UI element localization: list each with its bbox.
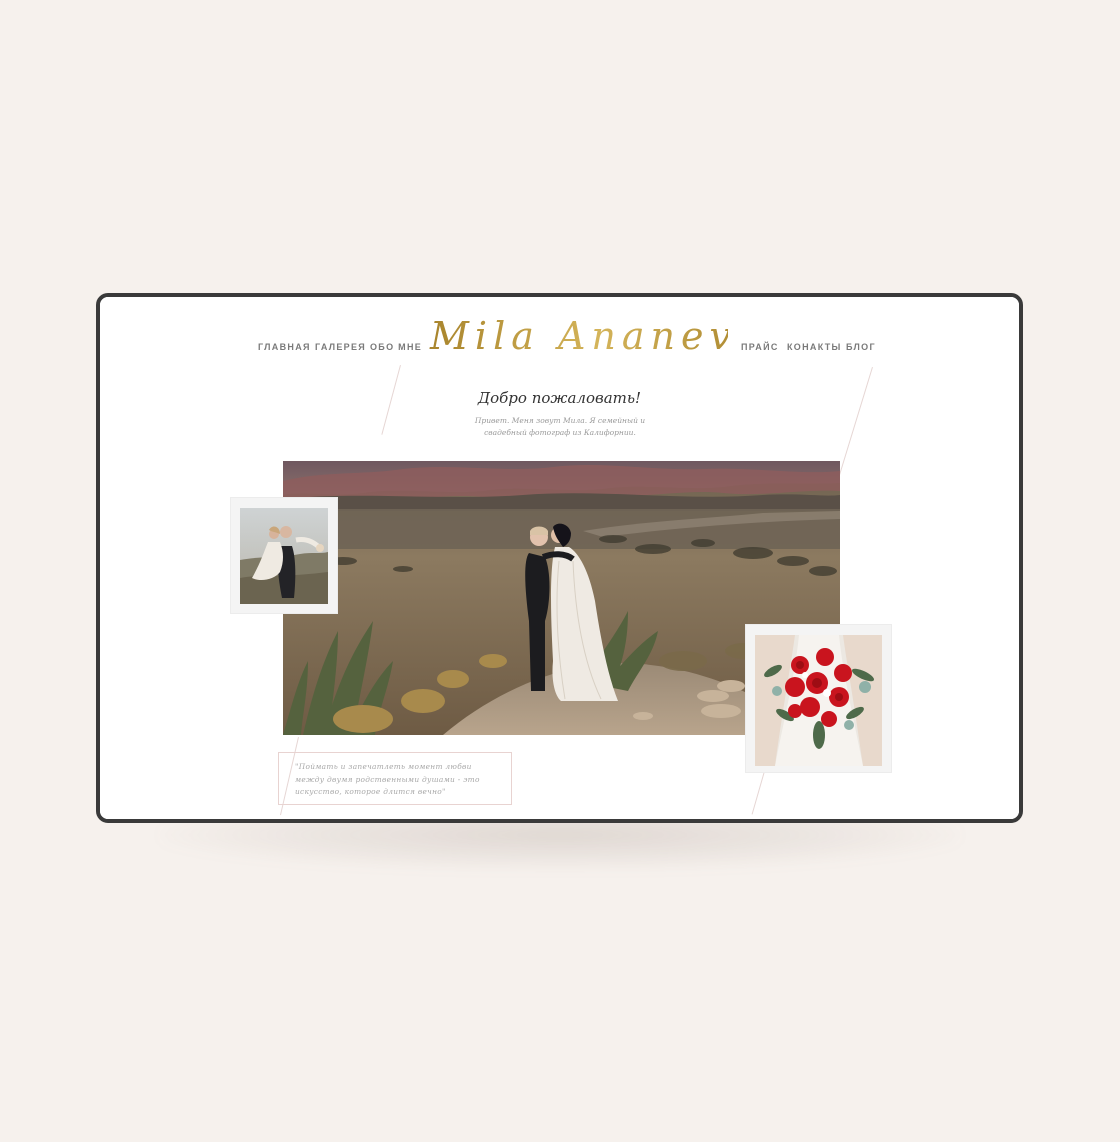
polaroid-right [746, 625, 891, 772]
welcome-title: Добро пожаловать! [477, 389, 642, 407]
polaroid-left [231, 498, 337, 613]
nav-item-gallery[interactable]: ГАЛЕРЕЯ [315, 342, 366, 352]
nav-item-price[interactable]: ПРАЙС [741, 342, 779, 352]
decor-line-right-bottom [751, 771, 765, 815]
stage: ГЛАВНАЯ ГАЛЕРЕЯ ОБО МНЕ Mila Ananeva [0, 0, 1120, 1142]
quote-box: "Поймать и запечатлеть момент любви межд… [278, 752, 512, 805]
polaroid-right-photo [755, 635, 882, 766]
logo-text: Mila Ananeva [429, 314, 728, 358]
quote-text: "Поймать и запечатлеть момент любви межд… [295, 762, 480, 796]
red-bouquet-illustration [755, 635, 882, 766]
nav-item-about[interactable]: ОБО МНЕ [370, 342, 422, 352]
site-logo[interactable]: Mila Ananeva [428, 307, 760, 365]
browser-device-frame: ГЛАВНАЯ ГАЛЕРЕЯ ОБО МНЕ Mila Ananeva [96, 293, 1023, 823]
polaroid-left-photo [240, 508, 328, 604]
logo-script-svg: Mila Ananeva [429, 314, 760, 358]
website-screen: ГЛАВНАЯ ГАЛЕРЕЯ ОБО МНЕ Mila Ananeva [100, 297, 1019, 819]
nav-item-home[interactable]: ГЛАВНАЯ [258, 342, 311, 352]
nav-item-contacts[interactable]: КОНАКТЫ [787, 342, 842, 352]
welcome-text: Привет. Меня зовут Мила. Я семейный и св… [474, 416, 646, 437]
couple-piggyback-illustration [240, 508, 328, 604]
nav-item-blog[interactable]: БЛОГ [846, 342, 876, 352]
decor-line-right-top [838, 367, 873, 478]
